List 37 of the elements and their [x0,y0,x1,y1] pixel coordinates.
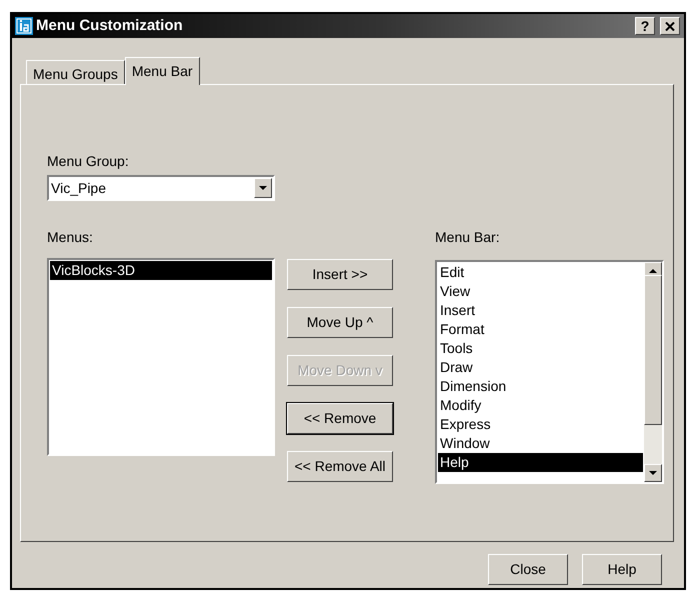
window-title: Menu Customization [36,16,183,36]
dialog-button[interactable]: Help [582,554,662,585]
menu-group-dropdown[interactable]: Vic_Pipe [47,175,275,201]
field-label: Menu Bar: [435,228,501,247]
list-item[interactable]: View [438,282,643,301]
field-label: Menus: [47,228,94,247]
close-icon [665,22,675,30]
list-item[interactable]: Format [438,320,643,339]
action-button[interactable]: Move Up ^ [287,307,393,338]
dialog-button[interactable]: Close [488,554,568,585]
list-item[interactable]: Help [438,453,643,472]
scroll-down-icon [649,471,657,475]
list-item[interactable]: VicBlocks-3D [50,261,272,280]
list-item[interactable]: Tools [438,339,643,358]
scrollbar[interactable] [644,262,662,482]
list-item[interactable]: Dimension [438,377,643,396]
action-button[interactable]: Insert >> [287,259,393,290]
list-item[interactable]: Draw [438,358,643,377]
list-item[interactable]: Insert [438,301,643,320]
dropdown-arrow-icon [259,186,267,190]
menu-bar-listbox[interactable]: Edit View Insert Format Tools Draw Dimension Modify Express Window Help [435,260,664,484]
menus-listbox[interactable]: VicBlocks-3D [47,258,275,456]
scroll-thumb[interactable] [644,275,662,425]
app-icon [15,17,33,35]
list-item[interactable]: Window [438,434,643,453]
action-button[interactable]: << Remove All [287,451,393,482]
close-button[interactable] [660,17,680,35]
help-button[interactable]: ? [635,17,655,35]
field-label: Menu Group: [47,152,130,171]
list-item[interactable]: Express [438,415,643,434]
scroll-up-icon [649,269,657,273]
list-item[interactable]: Modify [438,396,643,415]
tab[interactable]: Menu Groups [26,60,125,84]
dropdown-value: Vic_Pipe [51,178,106,198]
list-item[interactable]: Edit [438,263,643,282]
tab[interactable]: Menu Bar [124,57,200,85]
action-button[interactable]: << Remove [287,403,393,434]
